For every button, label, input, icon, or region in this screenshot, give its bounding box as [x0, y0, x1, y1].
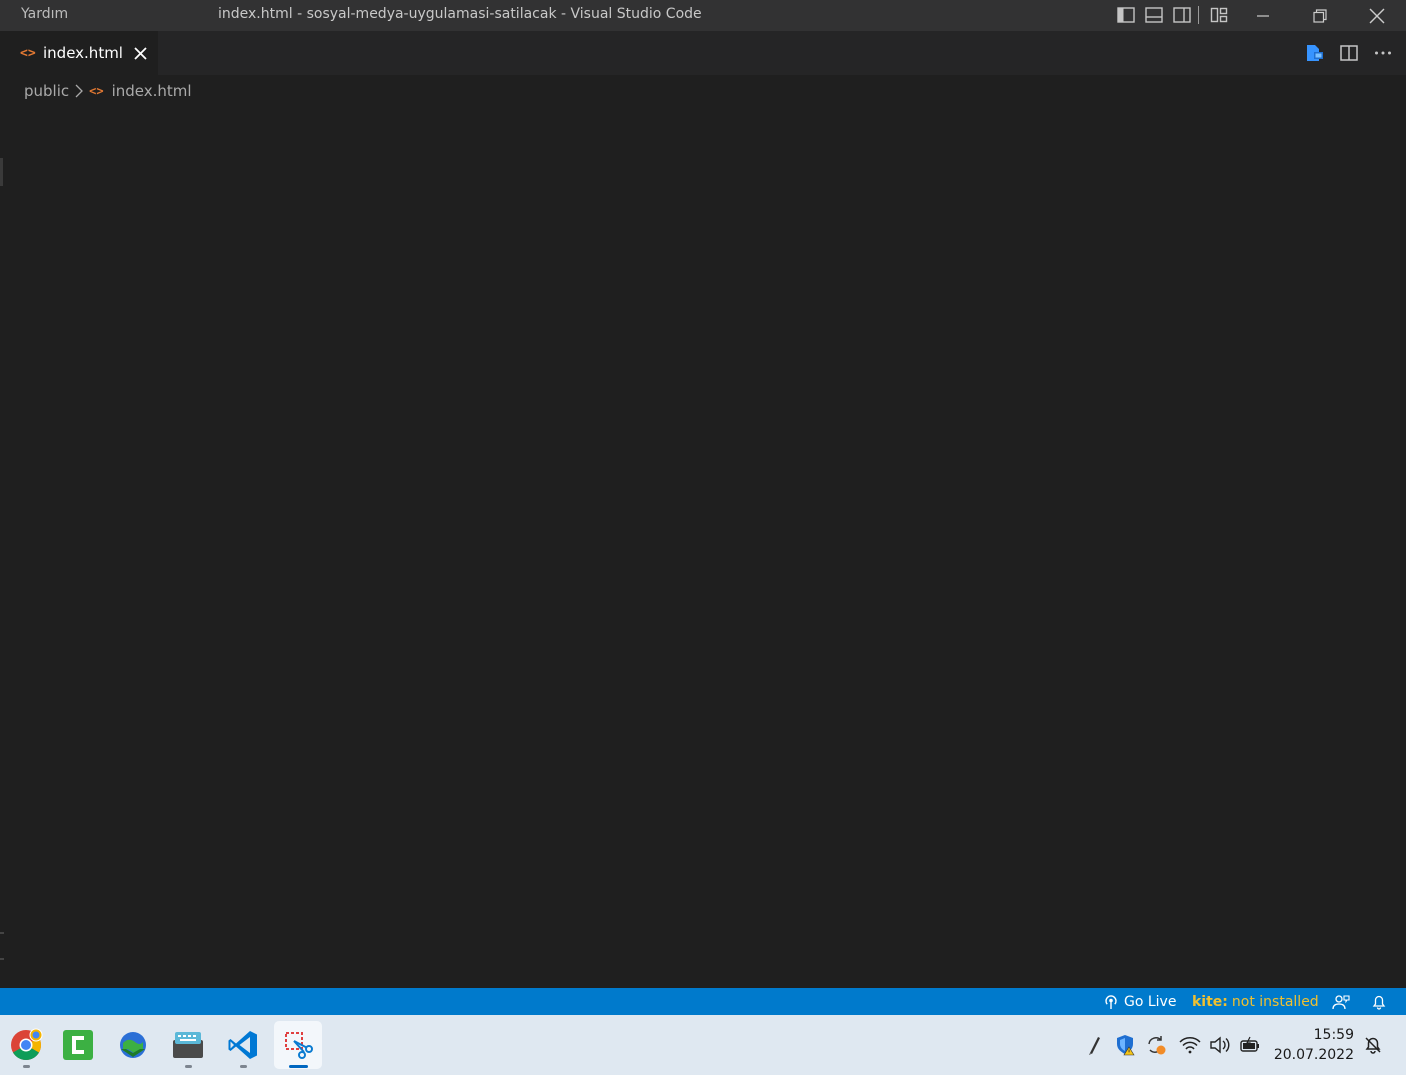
- feedback-button[interactable]: [1332, 988, 1350, 1015]
- active-indicator: [289, 1065, 308, 1068]
- layout-separator: [1198, 6, 1199, 24]
- status-bar: Go Live kite: not installed: [0, 988, 1406, 1015]
- tray-battery[interactable]: [1239, 1015, 1261, 1075]
- restore-button[interactable]: [1292, 0, 1348, 31]
- open-preview-button[interactable]: [1302, 41, 1328, 65]
- html-file-icon: <>: [20, 45, 36, 61]
- running-indicator: [185, 1065, 192, 1068]
- running-indicator: [23, 1065, 30, 1068]
- tray-wifi[interactable]: [1179, 1015, 1201, 1075]
- go-live-label: Go Live: [1124, 993, 1177, 1010]
- windows-taskbar: 15:59 20.07.2022: [0, 1015, 1406, 1075]
- tab-label: index.html: [43, 44, 123, 62]
- tab-index-html[interactable]: <> index.html: [0, 31, 158, 75]
- ellipsis-icon: [1375, 51, 1391, 55]
- customize-layout-icon[interactable]: [1205, 4, 1233, 26]
- taskbar-chrome[interactable]: [2, 1021, 50, 1069]
- minimize-icon: [1257, 14, 1269, 17]
- preview-icon: [1307, 45, 1323, 61]
- breadcrumb-folder[interactable]: public: [24, 82, 69, 100]
- editor-tab-bar: <> index.html: [0, 31, 1406, 75]
- chevron-right-icon: [75, 84, 84, 98]
- toggle-secondary-sidebar-icon[interactable]: [1168, 4, 1196, 26]
- taskbar-keyboard-app[interactable]: [164, 1021, 212, 1069]
- internet-download-manager-icon: [120, 1032, 146, 1058]
- tray-app-icon[interactable]: [1086, 1015, 1104, 1075]
- close-window-button[interactable]: [1349, 0, 1405, 31]
- shield-warning-icon: [1117, 1035, 1135, 1056]
- tray-sync[interactable]: [1145, 1015, 1167, 1075]
- minimize-button[interactable]: [1235, 0, 1291, 31]
- split-editor-button[interactable]: [1336, 41, 1362, 65]
- taskbar-download-manager[interactable]: [109, 1021, 157, 1069]
- restore-icon: [1313, 8, 1327, 23]
- volume-icon: [1210, 1036, 1230, 1054]
- keyboard-app-icon: [173, 1032, 203, 1058]
- more-actions-button[interactable]: [1370, 41, 1396, 65]
- window-title: index.html - sosyal-medya-uygulamasi-sat…: [218, 6, 702, 22]
- menu-help[interactable]: Yardım: [21, 6, 68, 22]
- broadcast-icon: [1105, 994, 1117, 1009]
- feedback-person-icon: [1332, 994, 1350, 1009]
- taskbar-camtasia[interactable]: [54, 1021, 102, 1069]
- vscode-icon: [228, 1031, 257, 1059]
- taskbar-clock[interactable]: 15:59 20.07.2022: [1274, 1025, 1354, 1065]
- close-icon: [1369, 8, 1385, 23]
- go-live-button[interactable]: Go Live: [1103, 988, 1176, 1015]
- camtasia-icon: [63, 1030, 93, 1060]
- clock-time: 15:59: [1313, 1027, 1354, 1043]
- kite-prefix: kite:: [1192, 993, 1228, 1010]
- taskbar-vscode[interactable]: [219, 1021, 267, 1069]
- kite-status[interactable]: kite: not installed: [1192, 988, 1319, 1015]
- notification-bell-icon: [1365, 1037, 1381, 1054]
- pen-app-icon: [1089, 1037, 1100, 1055]
- editor-actions: [1302, 41, 1396, 65]
- wifi-icon: [1179, 1037, 1201, 1054]
- notifications-button[interactable]: [1371, 988, 1387, 1015]
- kite-status-text: not installed: [1231, 993, 1319, 1010]
- close-icon: [134, 46, 148, 60]
- breadcrumb: public <> index.html: [24, 80, 192, 102]
- scroll-marker: [0, 958, 4, 960]
- battery-charging-icon: [1240, 1036, 1259, 1052]
- scroll-marker: [0, 932, 4, 934]
- clock-date: 20.07.2022: [1273, 1047, 1354, 1063]
- tray-volume[interactable]: [1209, 1015, 1231, 1075]
- editor-area[interactable]: [0, 104, 1406, 988]
- toggle-panel-icon[interactable]: [1140, 4, 1168, 26]
- tab-close-button[interactable]: [133, 45, 149, 61]
- layout-controls: [1112, 4, 1233, 26]
- toggle-primary-sidebar-icon[interactable]: [1112, 4, 1140, 26]
- sync-icon: [1148, 1036, 1166, 1055]
- title-bar: Yardım index.html - sosyal-medya-uygulam…: [0, 0, 1406, 31]
- split-editor-icon: [1340, 45, 1358, 61]
- tray-notifications[interactable]: [1363, 1015, 1383, 1075]
- scroll-marker: [0, 158, 3, 186]
- running-indicator: [240, 1065, 247, 1068]
- snipping-tool-icon: [285, 1032, 313, 1059]
- taskbar-snipping-tool[interactable]: [274, 1021, 322, 1069]
- html-file-icon: <>: [89, 84, 104, 98]
- chrome-icon: [11, 1028, 43, 1061]
- bell-icon: [1372, 995, 1386, 1010]
- tray-security[interactable]: [1115, 1015, 1137, 1075]
- breadcrumb-file[interactable]: index.html: [112, 82, 192, 100]
